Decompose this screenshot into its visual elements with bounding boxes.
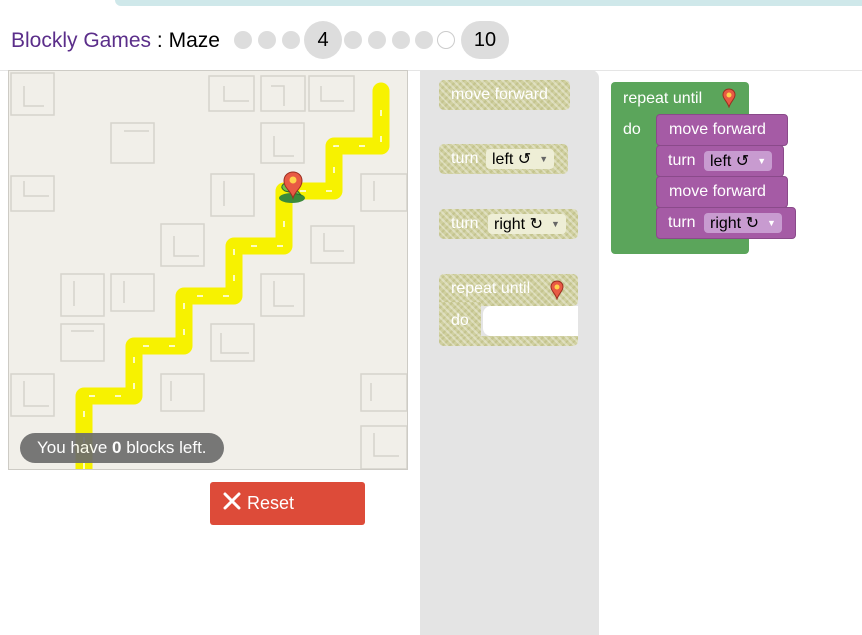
level-2-dot[interactable] xyxy=(258,31,276,49)
turn-direction-dropdown[interactable]: left ↺ ▼ xyxy=(486,149,555,169)
dropdown-arrow-icon: ▼ xyxy=(539,154,549,164)
page-title: Blockly Games : Maze xyxy=(11,29,220,53)
game-name: Maze xyxy=(168,29,220,52)
level-7-dot[interactable] xyxy=(392,31,410,49)
statement-label: turn xyxy=(668,152,696,169)
title-separator: : xyxy=(156,29,163,52)
level-4-current[interactable]: 4 xyxy=(304,21,342,59)
header: Blockly Games : Maze 4 10 xyxy=(0,20,862,60)
statement-label: move forward xyxy=(669,121,766,138)
toolbox-turn-right-block[interactable]: turn right ↻ ▼ xyxy=(439,209,578,239)
turn-direction-dropdown[interactable]: left ↺ ▼ xyxy=(704,151,773,171)
app-name-link[interactable]: Blockly Games xyxy=(11,29,151,52)
statement-label: turn xyxy=(668,214,696,231)
repeat-do-slot xyxy=(483,306,578,336)
workspace-move-forward-block[interactable]: move forward xyxy=(656,176,788,208)
level-5-dot[interactable] xyxy=(344,31,362,49)
dropdown-value: left ↺ xyxy=(492,151,532,168)
maze-board: You have 0 blocks left. xyxy=(8,70,408,470)
maze-path xyxy=(75,82,390,469)
top-strip xyxy=(0,0,862,8)
repeat-footer xyxy=(439,336,578,346)
turn-direction-dropdown[interactable]: right ↻ ▼ xyxy=(488,214,566,234)
level-9-dot[interactable] xyxy=(437,31,455,49)
toolbox-repeat-until-block[interactable]: repeat until do xyxy=(439,274,578,346)
toolbox-repeat-label: repeat until xyxy=(451,280,531,297)
level-10-pill[interactable]: 10 xyxy=(461,21,509,59)
toolbox-block-label: move forward xyxy=(451,86,548,103)
maze-svg xyxy=(10,72,407,469)
level-6-dot[interactable] xyxy=(368,31,386,49)
workspace-repeat-label: repeat until xyxy=(623,90,703,107)
toolbox-move-forward-block[interactable]: move forward xyxy=(439,80,570,110)
top-bar xyxy=(115,0,862,6)
map-marker-icon xyxy=(722,88,736,108)
statement-label: move forward xyxy=(669,183,766,200)
map-marker-icon xyxy=(550,280,564,300)
blocks-left-prefix: You have xyxy=(37,438,108,457)
workspace-move-forward-block[interactable]: move forward xyxy=(656,114,788,146)
blocks-left-suffix: blocks left. xyxy=(126,438,207,457)
dropdown-arrow-icon: ▼ xyxy=(757,156,767,166)
reset-button[interactable]: Reset xyxy=(210,482,365,525)
level-8-dot[interactable] xyxy=(415,31,433,49)
workspace-turn-right-block[interactable]: turn right ↻ ▼ xyxy=(656,207,796,239)
close-icon xyxy=(223,492,241,510)
reset-label: Reset xyxy=(247,493,295,513)
dropdown-value: right ↻ xyxy=(710,215,759,232)
turn-direction-dropdown[interactable]: right ↻ ▼ xyxy=(704,213,782,233)
workspace-turn-left-block[interactable]: turn left ↺ ▼ xyxy=(656,145,784,177)
toolbox-turn-left-block[interactable]: turn left ↺ ▼ xyxy=(439,144,568,174)
blocks-left-message: You have 0 blocks left. xyxy=(20,433,224,463)
level-1-dot[interactable] xyxy=(234,31,252,49)
blocks-left-count: 0 xyxy=(112,438,122,457)
toolbox-do-label: do xyxy=(451,312,469,329)
dropdown-value: right ↻ xyxy=(494,216,543,233)
toolbox-block-label: turn xyxy=(451,215,479,232)
toolbox-block-label: turn xyxy=(451,150,479,167)
dropdown-value: left ↺ xyxy=(710,153,750,170)
dropdown-arrow-icon: ▼ xyxy=(766,218,776,228)
level-3-dot[interactable] xyxy=(282,31,300,49)
workspace-do-label: do xyxy=(623,121,641,138)
toolbox-flyout: move forward turn left ↺ ▼ turn right ↻ ▼ … xyxy=(420,70,599,635)
maze-wall-tiles xyxy=(10,72,407,469)
dropdown-arrow-icon: ▼ xyxy=(550,219,560,229)
